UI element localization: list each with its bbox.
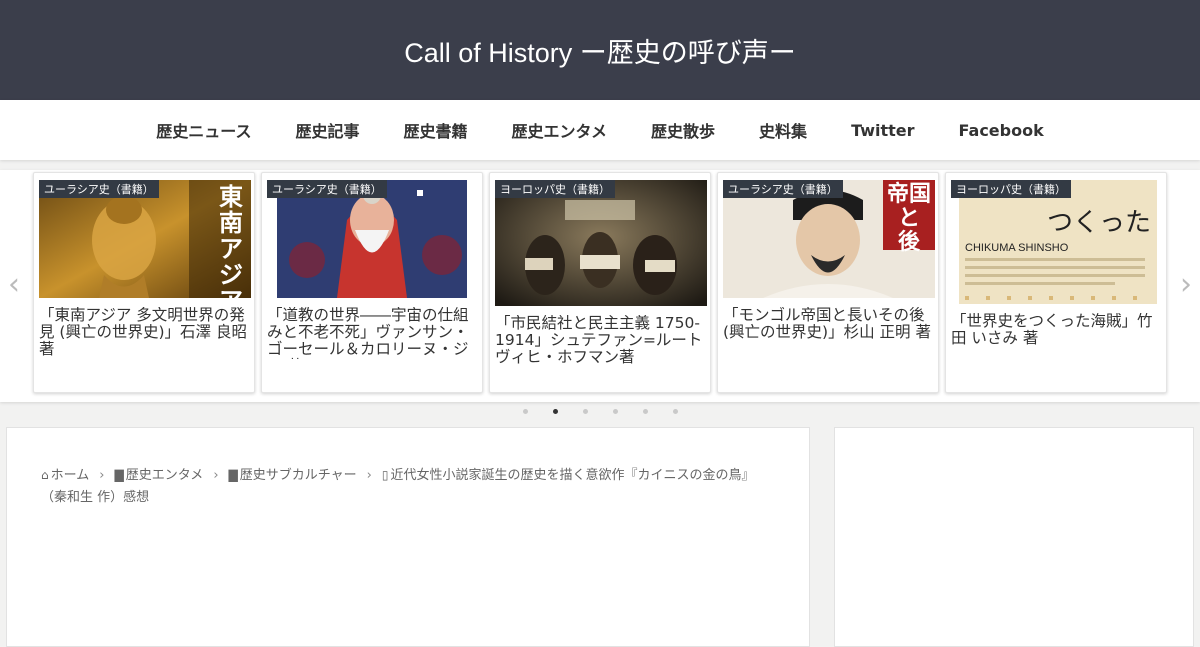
nav-item-historical-sources[interactable]: 史料集	[737, 118, 829, 142]
carousel-dot[interactable]	[642, 409, 648, 414]
chevron-right-icon[interactable]: ›	[1176, 270, 1196, 300]
nav-item-history-books[interactable]: 歴史書籍	[381, 118, 489, 142]
card-title[interactable]: 「市民結社と民主主義 1750-1914」シュテファン=ルートヴィヒ・ホフマン著	[495, 315, 706, 366]
nav-item-twitter[interactable]: Twitter	[829, 121, 936, 140]
home-icon: ⌂	[41, 468, 49, 482]
nav-item-history-entertainment[interactable]: 歴史エンタメ	[490, 118, 630, 142]
carousel-dot-active[interactable]	[552, 409, 558, 414]
carousel-card[interactable]: つくった CHIKUMA SHINSHO ヨーロッパ史（書籍） 「世界史をつくっ…	[945, 172, 1167, 393]
breadcrumb-home[interactable]: ホーム	[51, 468, 90, 483]
breadcrumb-category[interactable]: 歴史エンタメ	[126, 468, 204, 483]
carousel-card[interactable]: ユーラシア史（書籍） 「道教の世界――宇宙の仕組みと不老不死」ヴァンサン・ゴーセ…	[261, 172, 483, 393]
chevron-right-icon: ›	[366, 468, 372, 483]
category-label: ユーラシア史（書籍）	[723, 180, 843, 198]
carousel-dot[interactable]	[522, 409, 528, 414]
chevron-right-icon: ›	[99, 468, 105, 483]
book-cover-publisher: CHIKUMA SHINSHO	[965, 242, 1069, 254]
breadcrumb: ⌂ ホーム › ▇ 歴史エンタメ › ▇ 歴史サブカルチャー › ▯ 近代女性小説家誕生の歴史を描く…	[41, 464, 771, 509]
chevron-left-icon[interactable]: ‹	[4, 270, 24, 300]
category-label: ユーラシア史（書籍）	[267, 180, 387, 198]
carousel-dot[interactable]	[672, 409, 678, 414]
site-header: Call of History ー歴史の呼び声ー	[0, 0, 1200, 100]
folder-icon: ▇	[228, 468, 238, 482]
site-title[interactable]: Call of History ー歴史の呼び声ー	[404, 31, 796, 70]
carousel-dot[interactable]	[582, 409, 588, 414]
carousel-card[interactable]: 帝国と 後 ユーラシア史（書籍） 「モンゴル帝国と長いその後(興亡の世界史)」杉…	[717, 172, 939, 393]
related-posts-carousel: ‹ › 東南アジア 多文明世界 ユーラシア史（書籍） 「東南アジア 多文明世界の…	[0, 170, 1200, 402]
nav-item-history-articles[interactable]: 歴史記事	[273, 118, 381, 142]
category-label: ユーラシア史（書籍）	[39, 180, 159, 198]
carousel-card[interactable]: 東南アジア 多文明世界 ユーラシア史（書籍） 「東南アジア 多文明世界の発見 (…	[33, 172, 255, 393]
book-cover-title: 帝国と 後	[886, 181, 931, 255]
card-title[interactable]: 「道教の世界――宇宙の仕組みと不老不死」ヴァンサン・ゴーセール＆カロリーヌ・ジス…	[267, 307, 478, 359]
global-nav: 歴史ニュース 歴史記事 歴史書籍 歴史エンタメ 歴史散歩 史料集 Twitter…	[0, 100, 1200, 160]
card-thumbnail: つくった CHIKUMA SHINSHO	[951, 180, 1163, 304]
nav-item-history-walks[interactable]: 歴史散歩	[629, 118, 737, 142]
book-cover-title: 東南アジア 多文明世界	[219, 182, 243, 299]
folder-icon: ▇	[114, 468, 124, 482]
nav-item-history-news[interactable]: 歴史ニュース	[134, 118, 273, 142]
chevron-right-icon: ›	[213, 468, 219, 483]
carousel-dot[interactable]	[612, 409, 618, 414]
card-thumbnail	[495, 180, 707, 306]
category-label: ヨーロッパ史（書籍）	[951, 180, 1071, 198]
carousel-pagination	[0, 409, 1200, 414]
carousel-card[interactable]: ヨーロッパ史（書籍） 「市民結社と民主主義 1750-1914」シュテファン=ル…	[489, 172, 711, 393]
nav-item-facebook[interactable]: Facebook	[937, 121, 1066, 140]
card-title[interactable]: 「世界史をつくった海賊」竹田 いさみ 著	[951, 313, 1162, 347]
card-title[interactable]: 「モンゴル帝国と長いその後(興亡の世界史)」杉山 正明 著	[723, 307, 934, 341]
sidebar	[834, 427, 1194, 647]
category-label: ヨーロッパ史（書籍）	[495, 180, 615, 198]
main-content: ⌂ ホーム › ▇ 歴史エンタメ › ▇ 歴史サブカルチャー › ▯ 近代女性小説家誕生の歴史を描く…	[6, 427, 810, 647]
book-cover-title: つくった	[1046, 208, 1151, 238]
breadcrumb-subcategory[interactable]: 歴史サブカルチャー	[240, 468, 357, 483]
document-icon: ▯	[381, 468, 389, 482]
card-title[interactable]: 「東南アジア 多文明世界の発見 (興亡の世界史)」石澤 良昭 著	[39, 307, 250, 358]
